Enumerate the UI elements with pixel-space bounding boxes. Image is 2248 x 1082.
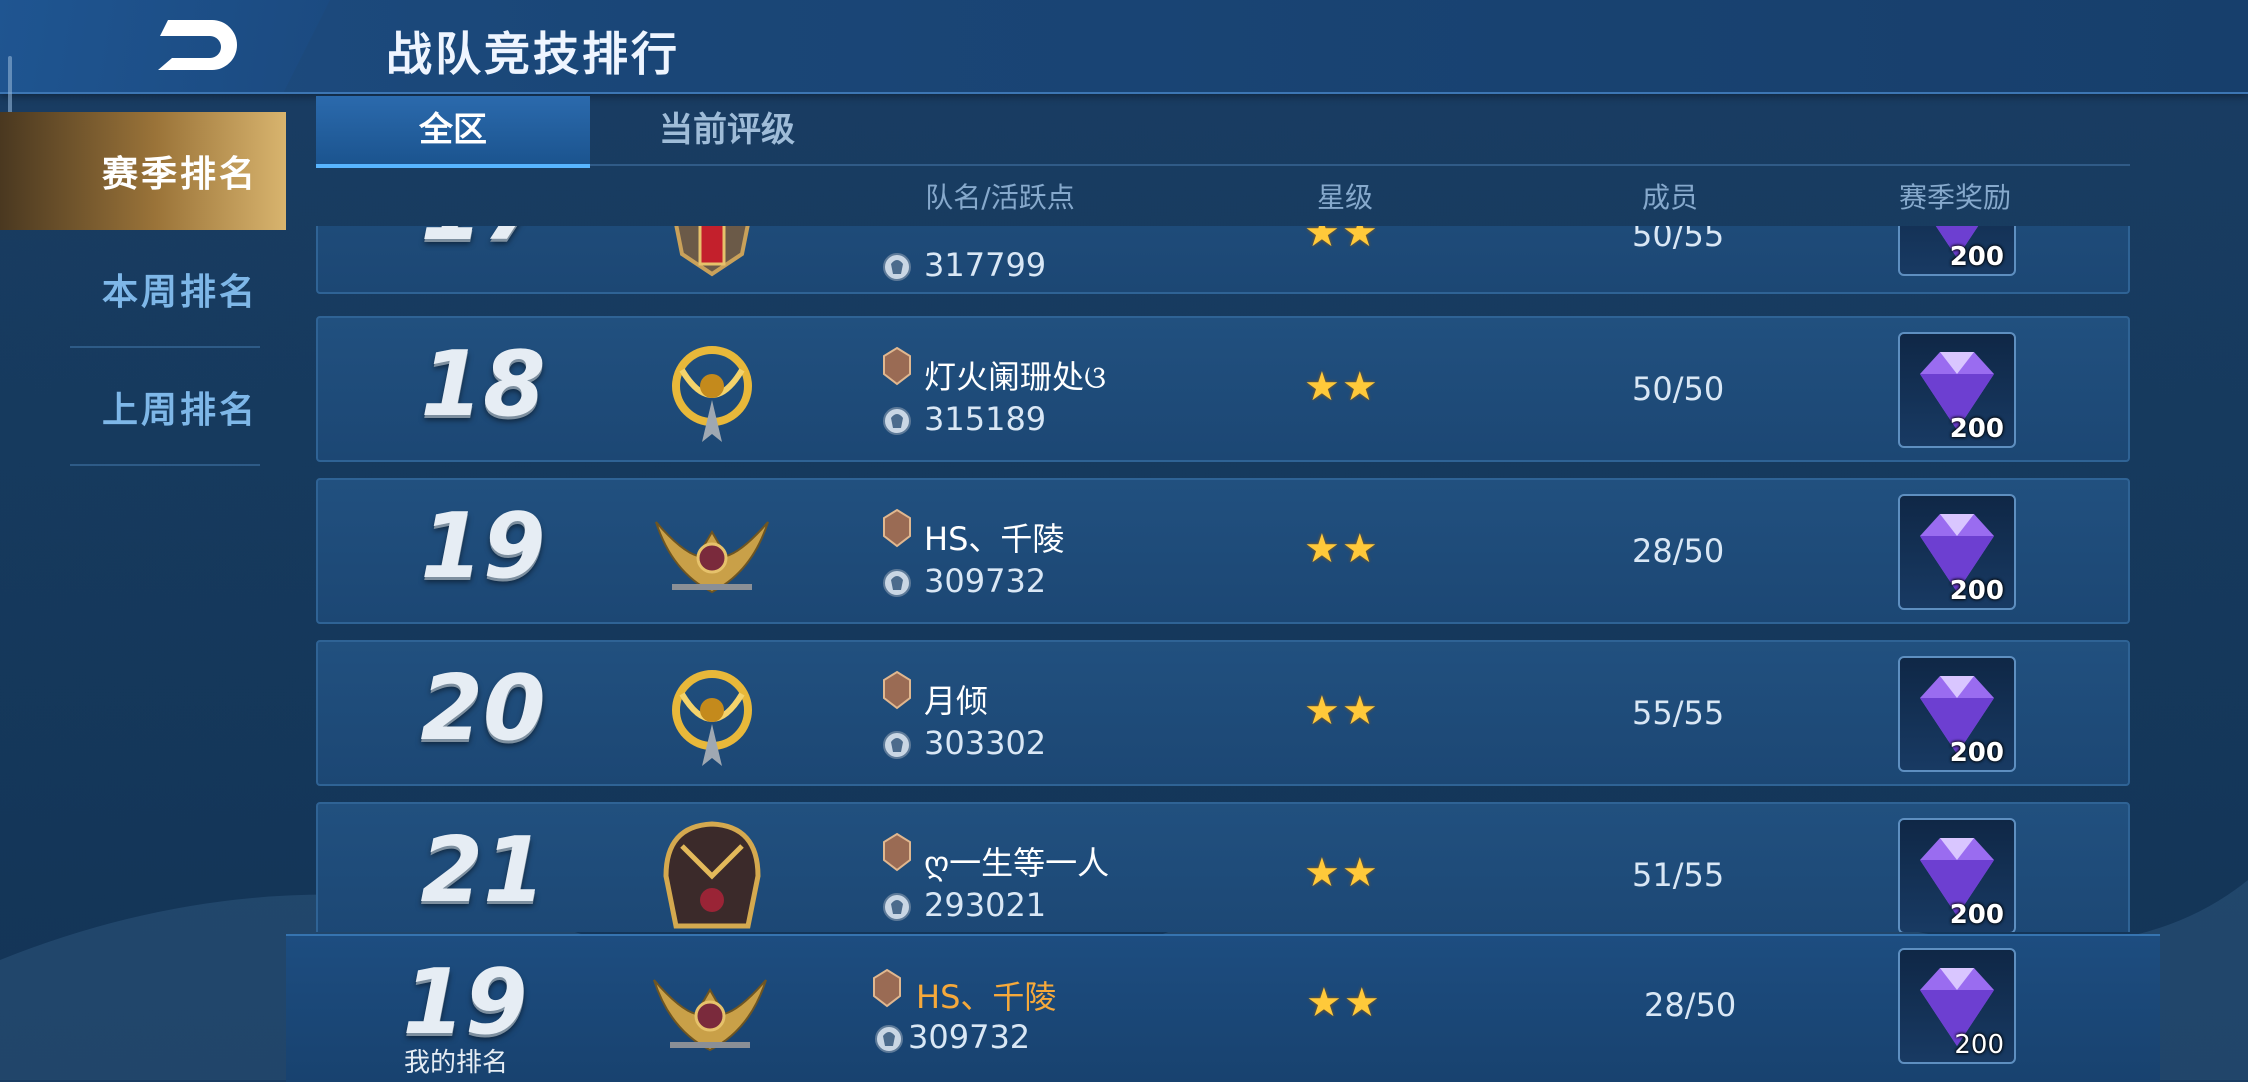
- team-badge-icon: [883, 832, 911, 872]
- my-member-count: 28/50: [1644, 986, 1737, 1024]
- golden-eagle-emblem-icon: [653, 979, 767, 1052]
- star-rating: ★★: [1304, 526, 1380, 572]
- reward-diamond-button[interactable]: 200: [1898, 818, 2016, 932]
- my-reward-diamond-button[interactable]: 200: [1898, 948, 2016, 1064]
- rank-number: 17: [388, 226, 578, 261]
- activity-points: 317799: [924, 246, 1047, 284]
- back-arrow-icon: [158, 20, 237, 70]
- star-rating: ★★: [1304, 850, 1380, 896]
- member-count: 55/55: [1632, 694, 1725, 732]
- team-name: ღ一生等一人: [924, 844, 1110, 882]
- activity-icon: [883, 731, 911, 759]
- rank-number: 19: [420, 494, 546, 599]
- reward-amount: 200: [1949, 738, 2004, 768]
- activity-points: 293021: [924, 886, 1047, 924]
- rank-number: 20: [420, 656, 546, 761]
- activity-points: 303302: [924, 724, 1047, 762]
- tab-current-rating[interactable]: 当前评级: [590, 96, 864, 164]
- my-activity-points: 309732: [908, 1018, 1031, 1056]
- member-count: 28/50: [1632, 532, 1725, 570]
- reward-amount: 200: [1949, 242, 2004, 272]
- my-rank-number: 19: [402, 950, 528, 1055]
- column-header-members: 成员: [1641, 181, 1698, 214]
- reward-amount: 200: [1949, 576, 2004, 606]
- reward-diamond-button[interactable]: 200: [1898, 226, 2016, 276]
- table-row[interactable]: 20 月倾 303302 ★★ 55/55 200: [316, 640, 2130, 786]
- my-rank-bar[interactable]: 19 HS、千陵 309732 ★★ 28/50 200: [286, 934, 2160, 1082]
- table-row[interactable]: 19 HS、千陵 309732 ★★ 28/50 200: [316, 478, 2130, 624]
- rank-number: 21: [420, 818, 546, 923]
- top-bar: 战队竞技排行: [0, 0, 2248, 94]
- sidebar-item-this-week-rank[interactable]: 本周排名: [0, 230, 286, 348]
- member-count: 50/55: [1632, 226, 1725, 254]
- reward-diamond-button[interactable]: 200: [1898, 656, 2016, 772]
- column-header-reward: 赛季奖励: [1898, 181, 2011, 214]
- helmet-emblem-icon: [663, 821, 761, 929]
- sidebar-item-season-rank[interactable]: 赛季排名: [0, 112, 286, 230]
- activity-icon: [883, 253, 911, 281]
- tab-bar: 全区 当前评级: [316, 96, 2130, 168]
- my-star-rating: ★★: [1306, 980, 1382, 1026]
- table-row[interactable]: 18 灯火阑珊处ଓ 315189 ★★ 50/50 200: [316, 316, 2130, 462]
- activity-points: 309732: [924, 562, 1047, 600]
- team-badge-icon: [883, 508, 911, 548]
- my-rank-label: 我的排名: [404, 1048, 509, 1078]
- red-banner-emblem-icon: [674, 226, 750, 277]
- table-row[interactable]: 21 ღ一生等一人 293021 ★★ 51/55 200: [316, 802, 2130, 932]
- team-name: 灯火阑珊处ଓ: [924, 358, 1107, 396]
- member-count: 51/55: [1632, 856, 1725, 894]
- reward-amount: 200: [1949, 900, 2004, 930]
- page-title: 战队竞技排行: [386, 27, 680, 81]
- team-badge-icon: [883, 346, 911, 386]
- team-badge-icon: [883, 670, 911, 710]
- reward-amount: 200: [1949, 414, 2004, 444]
- team-name: 月倾: [924, 682, 989, 720]
- back-button[interactable]: [150, 14, 240, 76]
- golden-eagle-emblem-icon: [655, 521, 769, 594]
- gold-serpent-emblem-icon: [672, 346, 752, 442]
- star-rating: ★★: [1304, 688, 1380, 734]
- reward-amount: 200: [1954, 1030, 2004, 1060]
- sidebar-divider: [70, 464, 260, 466]
- star-rating: ★★: [1304, 364, 1380, 410]
- rank-number: 18: [420, 332, 546, 437]
- activity-icon: [875, 1025, 903, 1053]
- gold-serpent-emblem-icon: [672, 670, 752, 766]
- my-team-name: HS、千陵: [916, 978, 1057, 1016]
- star-rating: ★★: [1304, 226, 1380, 256]
- activity-icon: [883, 893, 911, 921]
- team-badge-icon: [873, 968, 901, 1008]
- sidebar-item-last-week-rank[interactable]: 上周排名: [0, 348, 286, 466]
- ranking-list[interactable]: 17 317799 ★★ 50/55 200 18 灯火阑珊处ଓ: [316, 226, 2130, 932]
- activity-points: 315189: [924, 400, 1047, 438]
- activity-icon: [883, 407, 911, 435]
- team-name: HS、千陵: [924, 520, 1065, 558]
- reward-diamond-button[interactable]: 200: [1898, 332, 2016, 448]
- column-header-team: 队名/活跃点: [925, 181, 1075, 214]
- member-count: 50/50: [1632, 370, 1725, 408]
- table-row[interactable]: 17 317799 ★★ 50/55 200: [316, 226, 2130, 294]
- activity-icon: [883, 569, 911, 597]
- reward-diamond-button[interactable]: 200: [1898, 494, 2016, 610]
- sidebar: 赛季排名 本周排名 上周排名: [0, 112, 286, 1080]
- column-header-stars: 星级: [1316, 181, 1373, 214]
- tab-all-region[interactable]: 全区: [316, 96, 590, 168]
